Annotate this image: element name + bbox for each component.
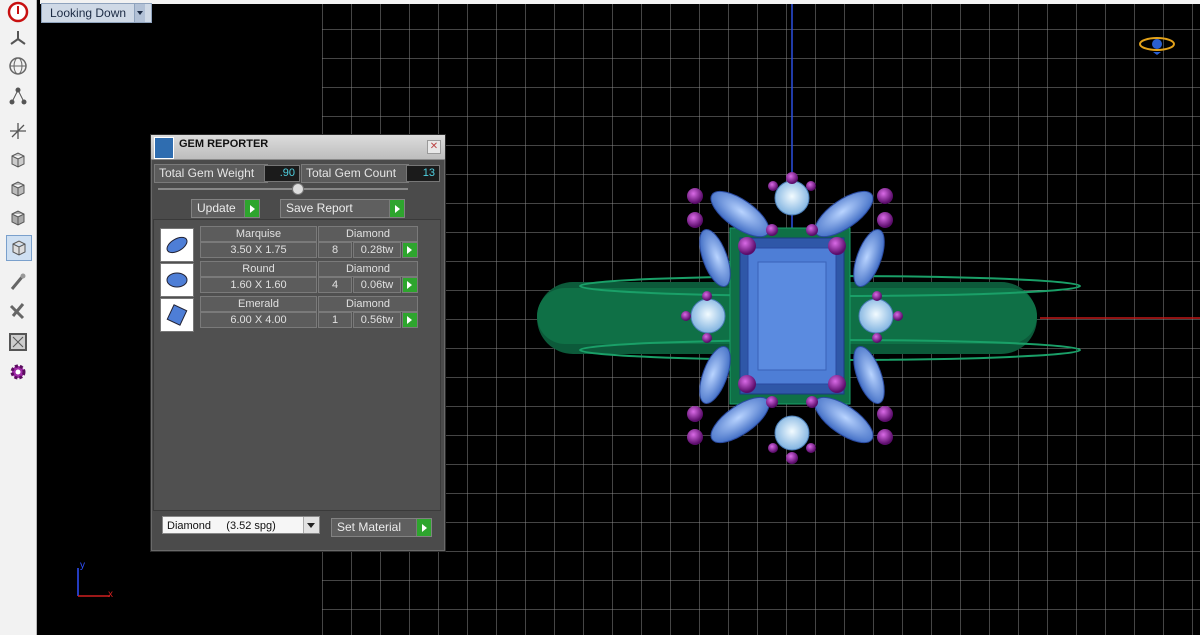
gem-weight: 0.28tw [353, 242, 401, 258]
round-gem-icon [160, 263, 194, 297]
update-button-label: Update [197, 201, 236, 215]
play-icon [389, 200, 404, 217]
set-material-label: Set Material [337, 520, 402, 534]
play-icon [416, 519, 431, 536]
power-icon[interactable] [6, 0, 30, 24]
slider-knob[interactable] [292, 183, 304, 195]
axes-icon[interactable] [6, 119, 30, 143]
gear-icon[interactable] [6, 360, 30, 384]
cube-iso-icon[interactable] [6, 235, 32, 261]
gem-weight: 0.56tw [353, 312, 401, 328]
total-weight-value: .90 [264, 165, 300, 182]
gem-shape: Round [200, 261, 317, 277]
gem-count: 1 [318, 312, 352, 328]
gem-size: 3.50 X 1.75 [200, 242, 317, 258]
total-count-value: 13 [406, 165, 440, 182]
frame-icon[interactable] [6, 330, 30, 354]
gem-size: 1.60 X 1.60 [200, 277, 317, 293]
close-icon[interactable]: ✕ [427, 140, 441, 154]
left-toolbar [0, 0, 37, 635]
gem-shape: Emerald [200, 296, 317, 312]
globe-icon[interactable] [6, 54, 30, 78]
gem-row[interactable]: Round Diamond 1.60 X 1.60 4 0.06tw [160, 261, 418, 297]
gem-material: Diamond [318, 226, 418, 242]
axis-indicator: y x [76, 560, 116, 602]
marquise-gem-icon [160, 228, 194, 262]
gem-row[interactable]: Marquise Diamond 3.50 X 1.75 8 0.28tw [160, 226, 418, 262]
material-select-value: Diamond (3.52 spg) [167, 520, 276, 532]
material-select[interactable]: Diamond (3.52 spg) [162, 516, 320, 534]
gem-material: Diamond [318, 261, 418, 277]
gem-material: Diamond [318, 296, 418, 312]
play-icon[interactable] [402, 277, 418, 293]
fan-icon[interactable] [6, 27, 30, 51]
cube-front-icon[interactable] [6, 148, 30, 172]
cube-top-icon[interactable] [6, 206, 30, 230]
view-mode-label: Looking Down [50, 6, 127, 20]
gem-reporter-app-icon [154, 137, 174, 159]
play-icon[interactable] [402, 312, 418, 328]
gem-count: 4 [318, 277, 352, 293]
play-icon [244, 200, 259, 217]
panel-titlebar[interactable]: GEM REPORTER ✕ [151, 135, 445, 160]
cube-side-icon[interactable] [6, 177, 30, 201]
panel-title: GEM REPORTER [179, 138, 269, 150]
gem-row[interactable]: Emerald Diamond 6.00 X 4.00 1 0.56tw [160, 296, 418, 332]
play-icon[interactable] [402, 242, 418, 258]
save-report-label: Save Report [286, 201, 353, 215]
orbit-view-icon[interactable] [1138, 34, 1176, 61]
view-mode-selector[interactable]: Looking Down [41, 3, 153, 23]
emerald-gem-icon [160, 298, 194, 332]
gem-size: 6.00 X 4.00 [200, 312, 317, 328]
chevron-down-icon[interactable] [303, 517, 319, 533]
update-button[interactable]: Update [191, 199, 260, 218]
tools-icon[interactable] [6, 299, 30, 323]
chevron-down-icon[interactable] [134, 4, 146, 22]
total-weight-label: Total Gem Weight [154, 164, 268, 183]
gem-shape: Marquise [200, 226, 317, 242]
detail-slider[interactable] [158, 183, 408, 195]
gem-list: Marquise Diamond 3.50 X 1.75 8 0.28tw Ro… [153, 219, 441, 511]
save-report-button[interactable]: Save Report [280, 199, 405, 218]
gem-count: 8 [318, 242, 352, 258]
y-axis-label: y [80, 560, 85, 571]
gem-weight: 0.06tw [353, 277, 401, 293]
set-material-button[interactable]: Set Material [331, 518, 432, 537]
total-count-label: Total Gem Count [301, 164, 409, 183]
x-axis-label: x [108, 589, 113, 600]
wand-icon[interactable] [6, 270, 30, 294]
nodes-icon[interactable] [6, 84, 30, 108]
